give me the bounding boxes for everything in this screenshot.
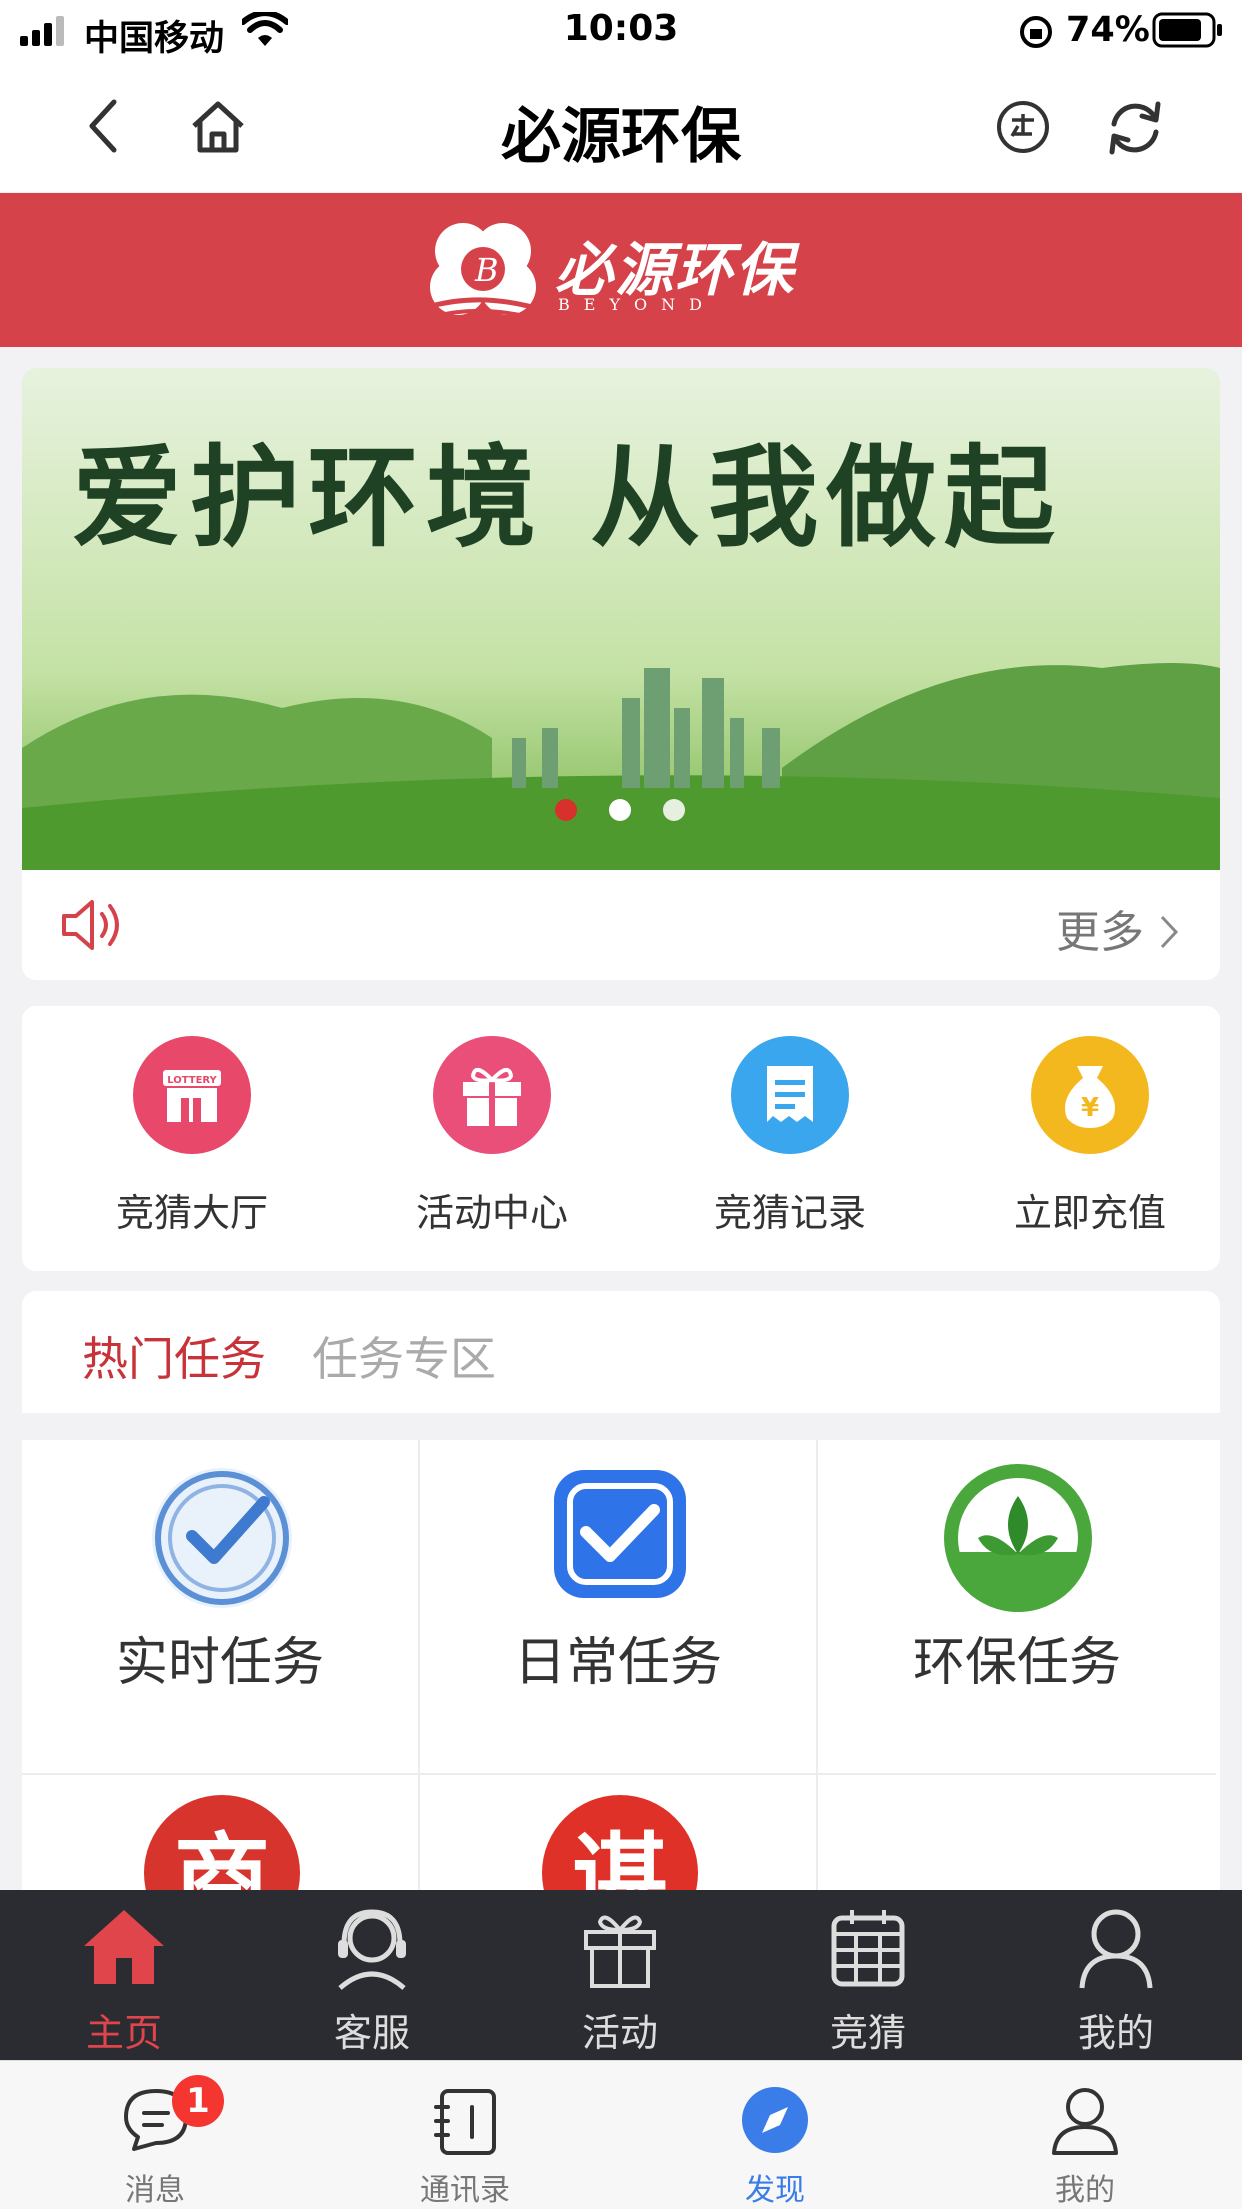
shop-icon: 商 (144, 1795, 300, 1890)
quick-item-label: 立即充值 (1013, 1191, 1166, 1235)
app-tab-label: 主页 (85, 2011, 162, 2055)
quick-item-lottery-hall[interactable]: LOTTERY 竞猜大厅 (72, 1036, 312, 1237)
carousel-dot-2[interactable] (609, 799, 631, 821)
user-icon (1052, 2088, 1118, 2155)
contacts-icon (434, 2089, 496, 2155)
task-realtime[interactable]: 实时任务 (22, 1440, 420, 1775)
notice-more-link[interactable]: 更多 (1056, 896, 1180, 960)
tab-hot-tasks[interactable]: 热门任务 (82, 1323, 266, 1389)
task-label: 日常任务 (513, 1633, 722, 1693)
carousel-dot-3[interactable] (663, 799, 685, 821)
lottery-shop-icon: LOTTERY (133, 1036, 251, 1154)
wx-tab-contacts[interactable]: 通讯录 (310, 2061, 620, 2209)
wx-tab-label: 通讯录 (420, 2173, 510, 2208)
app-tab-service[interactable]: 客服 (248, 1890, 496, 2060)
quick-menu: LOTTERY 竞猜大厅 活动中心 竞猜记录 ¥ 立即充值 (22, 1006, 1220, 1271)
compass-icon (742, 2087, 808, 2153)
wechat-tab-bar: 1 消息 通讯录 发现 我的 (0, 2060, 1242, 2209)
quick-item-guess-records[interactable]: 竞猜记录 (670, 1036, 910, 1237)
app-tab-label: 客服 (333, 2011, 410, 2055)
task-tabs: 热门任务 任务专区 (22, 1291, 1220, 1413)
wx-tab-me[interactable]: 我的 (930, 2061, 1240, 2209)
app-tab-label: 活动 (581, 2011, 658, 2055)
home-icon (84, 1910, 164, 1984)
navigation-bar: 必源环保 (0, 62, 1242, 192)
task-recruit[interactable]: 谌 (420, 1775, 818, 1890)
calendar-check-icon (554, 1470, 686, 1598)
task-environmental[interactable]: 环保任务 (818, 1440, 1216, 1775)
task-label: 环保任务 (912, 1633, 1121, 1693)
rotation-lock-icon (1020, 16, 1052, 48)
brand-name-en: BEYOND (558, 295, 716, 314)
wx-tab-discover[interactable]: 发现 (620, 2061, 930, 2209)
refresh-icon[interactable] (1104, 98, 1166, 158)
gift-icon (584, 1915, 656, 1988)
chevron-right-icon (1160, 915, 1179, 949)
svg-text:LOTTERY: LOTTERY (167, 1075, 217, 1086)
app-tab-mine[interactable]: 我的 (992, 1890, 1240, 2060)
leaf-icon (944, 1464, 1092, 1612)
user-icon (1079, 1909, 1153, 1989)
tab-task-zone[interactable]: 任务专区 (312, 1323, 496, 1389)
page-title: 必源环保 (501, 102, 741, 172)
task-daily[interactable]: 日常任务 (420, 1440, 818, 1775)
hero-card: 爱护环境 从我做起 更多 (22, 368, 1220, 980)
brand-banner: B 必源环保 BEYOND (0, 193, 1242, 347)
more-label: 更多 (1056, 907, 1144, 958)
battery-percent: 74% (1066, 10, 1150, 50)
recruit-icon-glyph: 谌 (572, 1822, 668, 1890)
receipt-icon (731, 1036, 849, 1154)
task-label: 实时任务 (115, 1633, 324, 1693)
recruit-icon: 谌 (542, 1795, 698, 1890)
app-tab-activity[interactable]: 活动 (496, 1890, 744, 2060)
wx-tab-label: 消息 (125, 2173, 185, 2208)
task-shop[interactable]: 商 (22, 1775, 420, 1890)
battery-icon (1152, 12, 1222, 48)
task-empty-cell (818, 1775, 1216, 1890)
quick-item-activity-center[interactable]: 活动中心 (372, 1036, 612, 1237)
wx-tab-messages[interactable]: 1 消息 (0, 2061, 310, 2209)
calendar-icon (831, 1910, 905, 1987)
app-tab-bar: 主页 客服 活动 竞猜 我的 (0, 1890, 1242, 2060)
speaker-icon (62, 900, 119, 950)
clock-check-icon (152, 1468, 292, 1608)
headset-icon (338, 1909, 406, 1990)
sign-in-icon[interactable] (994, 98, 1052, 156)
quick-item-label: 竞猜大厅 (115, 1191, 268, 1235)
svg-text:B: B (474, 251, 499, 289)
brand-logo: B (427, 223, 547, 323)
wx-tab-label: 我的 (1055, 2173, 1115, 2208)
wx-tab-label: 发现 (745, 2173, 805, 2208)
carousel-dot-1[interactable] (555, 799, 577, 821)
app-tab-guess[interactable]: 竞猜 (744, 1890, 992, 2060)
unread-badge: 1 (172, 2075, 224, 2127)
shop-icon-glyph: 商 (174, 1822, 270, 1890)
gift-icon (433, 1036, 551, 1154)
status-bar: 中国移动 10:03 74% (0, 0, 1242, 62)
clock: 10:03 (563, 8, 679, 49)
task-grid: 实时任务 日常任务 环保任务 商 谌 (22, 1440, 1220, 1890)
hero-slogan: 爱护环境 从我做起 (72, 433, 1063, 562)
money-bag-icon: ¥ (1031, 1036, 1149, 1154)
quick-item-label: 竞猜记录 (713, 1191, 866, 1235)
app-tab-label: 我的 (1077, 2011, 1154, 2055)
svg-text:¥: ¥ (1081, 1093, 1099, 1123)
quick-item-recharge[interactable]: ¥ 立即充值 (970, 1036, 1210, 1237)
app-tab-label: 竞猜 (829, 2011, 906, 2055)
quick-item-label: 活动中心 (415, 1191, 568, 1235)
app-tab-home[interactable]: 主页 (0, 1890, 248, 2060)
